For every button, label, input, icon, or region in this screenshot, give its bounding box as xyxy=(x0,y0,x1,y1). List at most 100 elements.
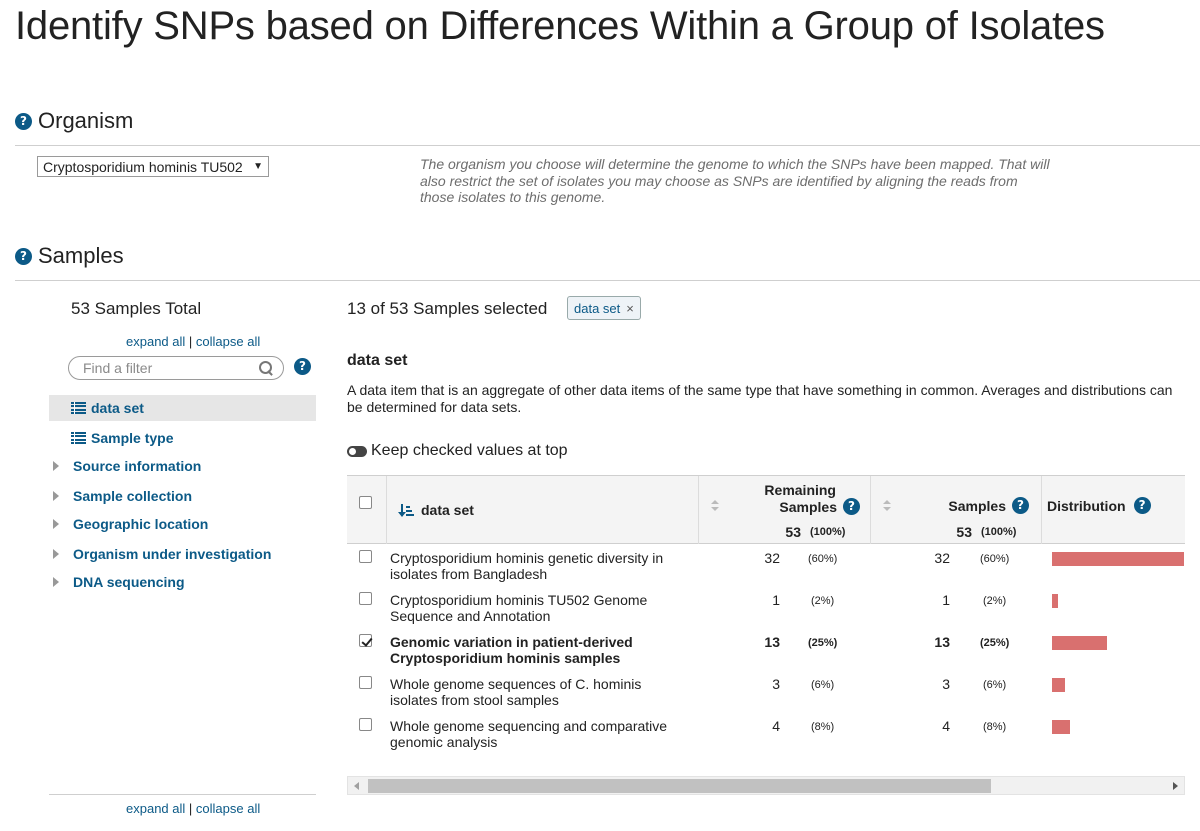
expand-all-link[interactable]: expand all xyxy=(126,334,185,349)
table-row[interactable]: Genomic variation in patient-derived Cry… xyxy=(347,629,1185,671)
dataset-name: Whole genome sequences of C. hominis iso… xyxy=(390,676,642,708)
samples-header-label: Samples xyxy=(948,497,1006,514)
organism-divider xyxy=(15,145,1200,146)
expand-all-link[interactable]: expand all xyxy=(126,801,185,816)
selected-count: 13 of 53 Samples selected xyxy=(347,299,548,318)
filter-description: A data item that is an aggregate of othe… xyxy=(347,382,1173,415)
remaining-count: 4 xyxy=(772,718,780,734)
distribution-bar xyxy=(1052,636,1107,650)
caret-right-icon xyxy=(53,519,59,529)
search-icon[interactable] xyxy=(259,361,273,375)
remaining-count: 1 xyxy=(772,592,780,608)
remaining-pct: (2%) xyxy=(811,595,835,607)
organism-select-value: Cryptosporidium hominis TU502 xyxy=(43,158,243,175)
column-header-remaining[interactable]: Remaining Samples ? 53 (100%) xyxy=(698,476,870,544)
sort-ascending-icon[interactable] xyxy=(398,503,414,517)
filter-group-geographic-location[interactable]: Geographic location xyxy=(49,511,316,537)
filter-group-source-information[interactable]: Source information xyxy=(49,453,316,479)
table-row[interactable]: Cryptosporidium hominis TU502 Genome Seq… xyxy=(347,587,1185,629)
link-separator: | xyxy=(188,334,193,349)
link-separator: | xyxy=(188,801,193,816)
row-checkbox[interactable] xyxy=(359,676,372,689)
distribution-bar xyxy=(1052,720,1070,734)
row-checkbox[interactable] xyxy=(359,592,372,605)
samples-pct: (6%) xyxy=(983,679,1007,691)
table-row[interactable]: Cryptosporidium hominis genetic diversit… xyxy=(347,545,1185,587)
dataset-name: Genomic variation in patient-derived Cry… xyxy=(390,634,633,666)
caret-right-icon xyxy=(53,577,59,587)
help-icon[interactable]: ? xyxy=(15,112,32,130)
column-header-name-label: data set xyxy=(421,502,474,518)
help-icon[interactable]: ? xyxy=(15,247,32,265)
remaining-total: 53 xyxy=(785,524,801,540)
filter-group-label: Organism under investigation xyxy=(73,546,272,562)
table-row[interactable]: Whole genome sequences of C. hominis iso… xyxy=(347,671,1185,713)
horizontal-scrollbar[interactable] xyxy=(347,776,1185,795)
dropdown-caret-icon: ▼ xyxy=(253,161,263,172)
help-icon[interactable]: ? xyxy=(1133,497,1151,514)
column-header-distribution[interactable]: Distribution ? xyxy=(1041,476,1185,544)
expand-collapse-bottom: expand all | collapse all xyxy=(126,801,260,816)
organism-description: The organism you choose will determine t… xyxy=(420,156,1050,205)
organism-select[interactable]: Cryptosporidium hominis TU502 ▼ xyxy=(37,156,269,177)
column-header-samples[interactable]: Samples ? 53 (100%) xyxy=(870,476,1041,544)
distribution-header-label: Distribution xyxy=(1047,497,1126,514)
caret-right-icon xyxy=(53,461,59,471)
samples-pct: (8%) xyxy=(983,721,1007,733)
samples-count: 1 xyxy=(942,592,950,608)
dataset-name: Whole genome sequencing and comparative … xyxy=(390,718,668,750)
scroll-right-arrow-icon[interactable] xyxy=(1173,782,1178,790)
filter-search-placeholder: Find a filter xyxy=(83,360,153,376)
caret-right-icon xyxy=(53,549,59,559)
filter-group-sample-collection[interactable]: Sample collection xyxy=(49,483,316,509)
row-checkbox[interactable] xyxy=(359,634,372,647)
active-filter-chip[interactable]: data set × xyxy=(567,296,641,320)
filter-group-organism-under-investigation[interactable]: Organism under investigation xyxy=(49,541,316,567)
organism-heading: ? Organism xyxy=(15,108,133,134)
keep-checked-toggle-row[interactable]: Keep checked values at top xyxy=(347,442,568,460)
sort-icon[interactable] xyxy=(711,500,719,512)
help-icon[interactable]: ? xyxy=(1012,497,1029,514)
samples-count: 4 xyxy=(942,718,950,734)
remaining-pct: (8%) xyxy=(811,721,835,733)
samples-total-pct: (100%) xyxy=(981,526,1017,538)
filter-group-dna-sequencing[interactable]: DNA sequencing xyxy=(49,569,316,595)
samples-total: 53 Samples Total xyxy=(71,299,202,318)
remaining-total-pct: (100%) xyxy=(810,526,846,538)
row-checkbox[interactable] xyxy=(359,718,372,731)
dataset-name: Cryptosporidium hominis genetic diversit… xyxy=(390,550,664,582)
scroll-left-arrow-icon[interactable] xyxy=(354,782,359,790)
filter-item-label: data set xyxy=(91,400,144,416)
toggle-switch[interactable] xyxy=(347,445,367,457)
remaining-pct: (6%) xyxy=(811,679,835,691)
samples-pct: (60%) xyxy=(980,553,1010,565)
column-header-name[interactable]: data set xyxy=(386,476,698,544)
close-icon[interactable]: × xyxy=(626,301,634,316)
filter-search-input[interactable]: Find a filter xyxy=(68,356,284,380)
samples-pct: (2%) xyxy=(983,595,1007,607)
samples-count: 13 xyxy=(934,634,950,650)
sort-icon[interactable] xyxy=(883,500,891,512)
remaining-count: 3 xyxy=(772,676,780,692)
select-all-checkbox[interactable] xyxy=(359,496,372,509)
chip-label[interactable]: data set xyxy=(574,301,620,316)
collapse-all-link[interactable]: collapse all xyxy=(196,801,260,816)
filter-group-label: Sample collection xyxy=(73,488,193,504)
filter-help-icon[interactable]: ? xyxy=(294,358,311,375)
organism-heading-label: Organism xyxy=(38,108,134,133)
remaining-header-line2: Samples xyxy=(779,498,837,515)
row-checkbox[interactable] xyxy=(359,550,372,563)
filter-item-data-set[interactable]: data set xyxy=(49,395,316,421)
collapse-all-link[interactable]: collapse all xyxy=(196,334,260,349)
remaining-count: 13 xyxy=(764,634,780,650)
samples-divider xyxy=(15,280,1200,281)
samples-total: 53 xyxy=(956,524,972,540)
distribution-bar xyxy=(1052,594,1058,608)
distribution-bar xyxy=(1052,552,1184,566)
filter-item-sample-type[interactable]: Sample type xyxy=(49,425,316,451)
help-icon[interactable]: ? xyxy=(843,498,860,515)
scrollbar-thumb[interactable] xyxy=(368,779,991,793)
remaining-pct: (60%) xyxy=(808,553,838,565)
list-icon xyxy=(71,432,86,444)
table-row[interactable]: Whole genome sequencing and comparative … xyxy=(347,713,1185,755)
